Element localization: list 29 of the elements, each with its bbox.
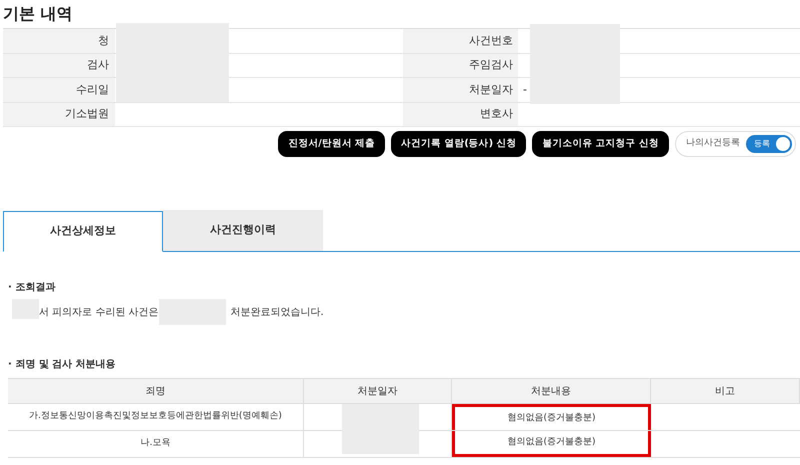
tab[interactable]: 사건진행이력 (163, 210, 323, 251)
field-label: 기소법원 (3, 102, 115, 126)
action-button[interactable]: 불기소이유 고지청구 신청 (532, 131, 669, 157)
field-label: 수리일 (3, 78, 115, 102)
field-label: 처분일자 (403, 78, 518, 102)
toggle-switch[interactable]: 등록 (746, 135, 792, 153)
column-header: 처분일자 (304, 379, 452, 403)
field-value: - (523, 82, 527, 98)
table-cell: 나.모욕 (8, 431, 304, 457)
field-label: 검사 (3, 54, 115, 77)
section-heading: · 죄명 및 검사 처분내용 (8, 358, 116, 372)
action-button[interactable]: 진정서/탄원서 제출 (278, 131, 386, 157)
table-cell: 가.정보통신망이용촉진및정보보호등에관한법률위반(명예훼손) (8, 404, 304, 430)
field-label: 청 (3, 29, 115, 52)
section-title: 기본 내역 (3, 3, 73, 25)
column-header: 비고 (651, 379, 800, 403)
field-label: 주임검사 (403, 54, 518, 77)
field-label: 사건번호 (403, 29, 518, 52)
column-header: 죄명 (8, 379, 304, 403)
table-cell: 혐의없음(증거불충분) (452, 404, 651, 430)
section-heading: · 조회결과 (8, 281, 56, 295)
my-case-label: 나의사건등록 (686, 137, 740, 150)
table-cell: 혐의없음(증거불충분) (452, 431, 651, 457)
result-text: 처분완료되었습니다. (230, 306, 324, 320)
column-header: 처분내용 (452, 379, 651, 403)
result-text: 서 피의자로 수리된 사건은 (39, 306, 159, 320)
field-label: 변호사 (403, 102, 518, 126)
action-button[interactable]: 사건기록 열람(등사) 신청 (391, 131, 526, 157)
tab[interactable]: 사건상세정보 (3, 211, 163, 252)
